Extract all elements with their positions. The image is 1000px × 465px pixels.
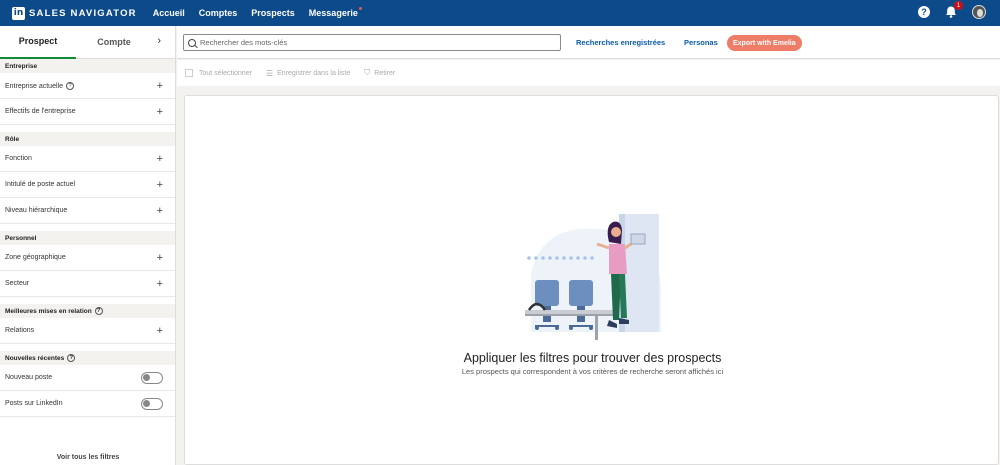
info-icon[interactable]: ?: [65, 81, 74, 90]
app-name: SALES NAVIGATOR: [29, 7, 137, 19]
user-avatar[interactable]: [972, 5, 986, 19]
filter-posts-linkedin: Posts sur LinkedIn: [0, 391, 175, 417]
filter-fonction[interactable]: Fonction +: [0, 146, 175, 172]
empty-state-subtitle: Les prospects qui correspondent à vos cr…: [461, 367, 724, 376]
filter-label: Zone géographique: [5, 254, 66, 261]
filter-label: Posts sur LinkedIn: [5, 400, 63, 407]
save-to-list-label: Enregistrer dans la liste: [277, 69, 351, 77]
notifications-bell-icon[interactable]: 1: [944, 1, 963, 19]
bulk-actions-bar: Tout sélectionner ☰ Enregistrer dans la …: [177, 60, 1000, 86]
nav-messagerie-label: Messagerie: [308, 8, 358, 18]
top-right-controls: ? 1: [918, 1, 986, 19]
plus-icon[interactable]: +: [157, 252, 163, 264]
filter-label: Relations: [5, 327, 35, 334]
filter-nouveau-poste: Nouveau poste: [0, 365, 175, 391]
plus-icon[interactable]: +: [157, 325, 163, 337]
main-nav: Accueil Comptes Prospects Messagerie: [153, 7, 372, 18]
search-icon: [188, 38, 196, 47]
plus-icon[interactable]: +: [157, 278, 163, 290]
tab-compte[interactable]: Compte: [76, 27, 152, 58]
select-all-action[interactable]: Tout sélectionner: [185, 69, 252, 77]
filter-label: Fonction: [5, 155, 32, 162]
section-role: Rôle: [0, 132, 175, 146]
filter-entreprise-actuelle[interactable]: Entreprise actuelle? +: [0, 73, 175, 99]
save-to-list-action[interactable]: ☰ Enregistrer dans la liste: [266, 69, 350, 78]
sales-navigator-logo[interactable]: in SALES NAVIGATOR: [12, 6, 137, 20]
help-icon[interactable]: ?: [918, 6, 930, 18]
empty-state-title: Appliquer les filtres pour trouver des p…: [463, 351, 722, 365]
plus-icon[interactable]: +: [157, 205, 163, 217]
plus-icon[interactable]: +: [157, 106, 163, 118]
results-panel: Appliquer les filtres pour trouver des p…: [184, 95, 999, 465]
section-entreprise: Entreprise: [0, 59, 175, 73]
plus-icon[interactable]: +: [157, 80, 163, 92]
toggle-posts-linkedin[interactable]: [141, 397, 163, 410]
section-personnel: Personnel: [0, 231, 175, 245]
plus-icon[interactable]: +: [157, 153, 163, 165]
remove-action[interactable]: ⛉ Retirer: [364, 68, 395, 78]
sidebar-tabs: Prospect Compte ›: [0, 26, 175, 59]
select-all-label: Tout sélectionner: [199, 69, 252, 77]
nav-prospects[interactable]: Prospects: [251, 8, 295, 18]
filter-label: Effectifs de l'entreprise: [5, 108, 76, 115]
select-all-checkbox[interactable]: [185, 69, 193, 77]
linkedin-logo-icon: in: [12, 6, 25, 20]
filter-relations[interactable]: Relations +: [0, 318, 175, 344]
remove-label: Retirer: [374, 69, 396, 77]
info-icon[interactable]: ?: [67, 354, 76, 362]
filter-effectifs[interactable]: Effectifs de l'entreprise +: [0, 99, 175, 125]
list-icon: ☰: [265, 68, 274, 78]
bookmark-icon: ⛉: [364, 68, 371, 77]
personas-link[interactable]: Personas: [684, 38, 718, 47]
section-nouvelles-recentes: Nouvelles récentes?: [0, 351, 175, 365]
search-placeholder: Rechercher des mots-clés: [200, 38, 288, 47]
see-all-filters-button[interactable]: Voir tous les filtres: [0, 454, 176, 461]
export-emelia-button[interactable]: Export with Emelia: [727, 35, 802, 51]
nav-messagerie[interactable]: Messagerie: [308, 7, 362, 18]
saved-searches-link[interactable]: Recherches enregistrées: [576, 38, 665, 47]
notification-badge: 1: [954, 1, 963, 10]
top-nav-bar: in SALES NAVIGATOR Accueil Comptes Prosp…: [0, 0, 1000, 26]
filter-label: Intitulé de poste actuel: [5, 181, 76, 188]
filter-secteur[interactable]: Secteur +: [0, 271, 175, 297]
info-icon[interactable]: ?: [94, 307, 103, 315]
chevron-right-icon[interactable]: ›: [157, 35, 161, 47]
filter-zone-geographique[interactable]: Zone géographique +: [0, 245, 175, 271]
filter-label: Nouveau poste: [5, 374, 53, 381]
unread-dot: [358, 7, 362, 10]
nav-accueil[interactable]: Accueil: [153, 8, 185, 18]
filter-intitule-poste[interactable]: Intitulé de poste actuel +: [0, 172, 175, 198]
filter-sidebar: Prospect Compte › Entreprise Entreprise …: [0, 26, 176, 465]
empty-state-illustration: [525, 214, 661, 340]
section-mises-en-relation: Meilleures mises en relation?: [0, 304, 175, 318]
filter-label: Niveau hiérarchique: [5, 207, 68, 214]
search-header: Rechercher des mots-clés Recherches enre…: [177, 26, 1000, 59]
filter-label: Entreprise actuelle?: [5, 81, 74, 90]
nav-comptes[interactable]: Comptes: [199, 8, 238, 18]
tab-prospect[interactable]: Prospect: [0, 26, 76, 59]
plus-icon[interactable]: +: [157, 179, 163, 191]
filter-niveau-hierarchique[interactable]: Niveau hiérarchique +: [0, 198, 175, 224]
filter-label: Secteur: [5, 280, 30, 287]
toggle-nouveau-poste[interactable]: [141, 371, 163, 384]
search-input[interactable]: Rechercher des mots-clés: [183, 34, 561, 51]
